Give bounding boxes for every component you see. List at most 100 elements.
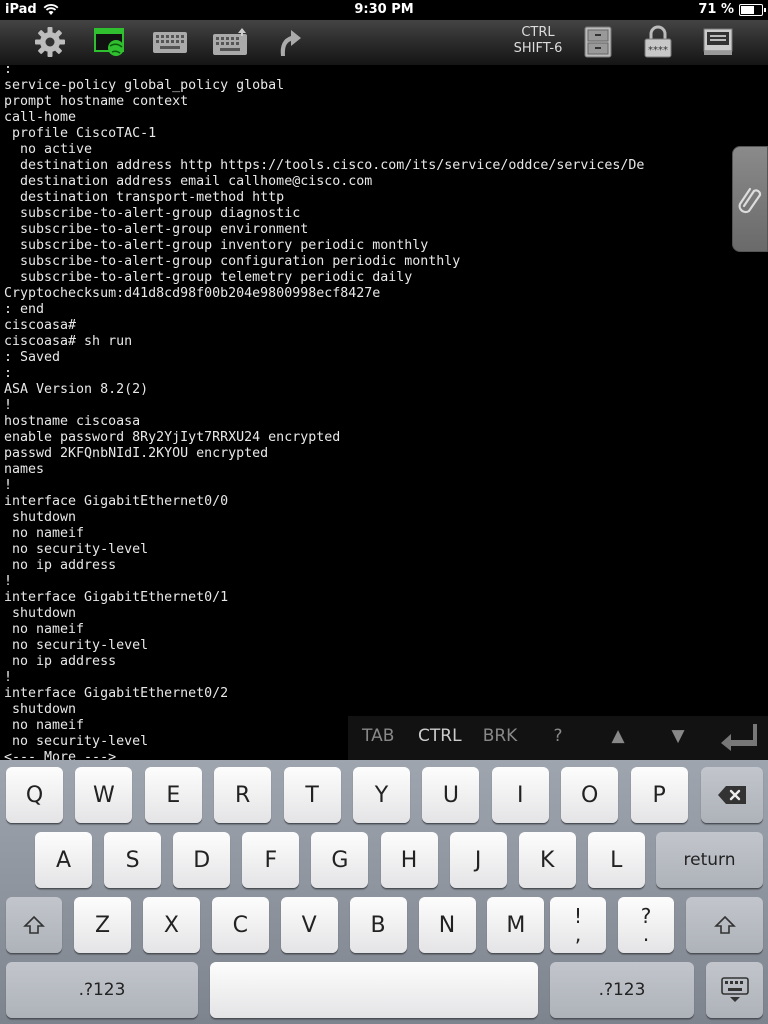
key-label: A: [55, 847, 72, 873]
key-p[interactable]: P: [630, 767, 688, 823]
key-label: S: [125, 847, 140, 873]
enter-key[interactable]: [718, 722, 758, 757]
key-label: U: [442, 782, 459, 808]
backspace-icon: [718, 786, 746, 804]
tab-key[interactable]: TAB: [362, 726, 394, 746]
key-g[interactable]: G: [311, 832, 369, 888]
key-label: J: [474, 847, 482, 873]
battery-icon: [739, 3, 766, 16]
key-label: C: [232, 912, 248, 938]
file-cabinet-icon[interactable]: [578, 25, 618, 59]
key-t[interactable]: T: [283, 767, 341, 823]
shift-right-key[interactable]: [686, 897, 763, 953]
status-right: 71 %: [698, 2, 766, 17]
gear-icon[interactable]: [30, 25, 70, 59]
excl-bottom: ,: [574, 922, 582, 946]
key-label: I: [517, 782, 524, 808]
battery-percent: 71 %: [698, 2, 734, 17]
ctrl-key[interactable]: CTRL: [418, 726, 462, 746]
keyboard-dismiss-icon: [720, 977, 749, 1002]
keyboard-hide-icon[interactable]: [210, 25, 250, 59]
arrow-down-key[interactable]: ▼: [666, 726, 690, 746]
key-label: P: [652, 782, 666, 808]
app-toolbar: CTRL SHIFT-6 ****: [0, 20, 768, 66]
key-b[interactable]: B: [349, 897, 407, 953]
hide-keyboard-key[interactable]: [706, 962, 763, 1018]
return-label: return: [683, 850, 736, 870]
ctrl-label: CTRL: [521, 25, 555, 40]
screen-inbox-icon[interactable]: [698, 25, 738, 59]
battery-fill: [741, 5, 754, 14]
ctrl-shift-6-button[interactable]: CTRL SHIFT-6: [508, 25, 568, 59]
key-k[interactable]: K: [518, 832, 576, 888]
key-f[interactable]: F: [242, 832, 300, 888]
key-label: D: [193, 847, 211, 873]
return-arrow-icon[interactable]: [268, 25, 308, 59]
key-m[interactable]: M: [487, 897, 545, 953]
key-label: L: [610, 847, 623, 873]
key-label: E: [166, 782, 181, 808]
key-u[interactable]: U: [422, 767, 480, 823]
key-d[interactable]: D: [173, 832, 231, 888]
terminal-key-bar: TAB CTRL BRK ? ▲ ▼: [348, 716, 768, 760]
status-time: 9:30 PM: [354, 2, 414, 17]
brk-key[interactable]: BRK: [480, 726, 520, 746]
key-label: X: [163, 912, 179, 938]
numbers-key-right[interactable]: .?123: [550, 962, 694, 1018]
key-label: H: [400, 847, 418, 873]
terminal-view[interactable]: : service-policy global_policy global pr…: [0, 66, 768, 760]
question-key[interactable]: ?: [548, 726, 568, 746]
numbers-right-label: .?123: [598, 980, 646, 1000]
key-h[interactable]: H: [380, 832, 438, 888]
key-label: Y: [374, 782, 389, 808]
enter-arrow-icon: [721, 724, 757, 751]
key-label: Z: [94, 912, 111, 938]
key-x[interactable]: X: [142, 897, 200, 953]
key-r[interactable]: R: [214, 767, 272, 823]
browser-globe-icon[interactable]: [90, 25, 130, 59]
key-label: T: [305, 782, 319, 808]
key-label: Q: [25, 782, 44, 808]
key-o[interactable]: O: [561, 767, 619, 823]
key-z[interactable]: Z: [74, 897, 131, 953]
key-label: G: [331, 847, 349, 873]
ques-bottom: .: [642, 922, 650, 946]
key-label: O: [581, 782, 599, 808]
key-a[interactable]: A: [35, 832, 92, 888]
key-q[interactable]: Q: [6, 767, 63, 823]
key-i[interactable]: I: [491, 767, 549, 823]
numbers-left-label: .?123: [78, 980, 126, 1000]
shift6-label: SHIFT-6: [513, 41, 563, 56]
key-j[interactable]: J: [449, 832, 507, 888]
return-key[interactable]: return: [656, 832, 763, 888]
space-key[interactable]: [210, 962, 538, 1018]
key-v[interactable]: V: [280, 897, 338, 953]
exclamation-comma-key[interactable]: !,: [550, 897, 606, 953]
key-n[interactable]: N: [418, 897, 476, 953]
lock-password-icon[interactable]: ****: [638, 25, 678, 59]
key-s[interactable]: S: [104, 832, 162, 888]
shift-arrow-icon: [23, 915, 45, 934]
key-w[interactable]: W: [75, 767, 133, 823]
key-c[interactable]: C: [211, 897, 269, 953]
key-label: B: [370, 912, 386, 938]
numbers-key-left[interactable]: .?123: [6, 962, 198, 1018]
paperclip-icon: [738, 187, 762, 214]
key-label: V: [301, 912, 317, 938]
key-label: K: [539, 847, 555, 873]
key-label: W: [93, 782, 115, 808]
key-label: M: [506, 912, 526, 938]
paperclip-tab[interactable]: [732, 146, 768, 252]
key-l[interactable]: L: [587, 832, 645, 888]
key-label: F: [264, 847, 278, 873]
key-e[interactable]: E: [144, 767, 202, 823]
keyboard-icon[interactable]: [150, 25, 190, 59]
status-bar: iPad 9:30 PM 71 %: [0, 0, 768, 20]
question-period-key[interactable]: ?.: [618, 897, 674, 953]
terminal-output: : service-policy global_policy global pr…: [4, 66, 645, 760]
arrow-up-key[interactable]: ▲: [606, 726, 630, 746]
shift-left-key[interactable]: [6, 897, 62, 953]
backspace-key[interactable]: [701, 767, 763, 823]
key-y[interactable]: Y: [353, 767, 410, 823]
key-label: R: [235, 782, 251, 808]
